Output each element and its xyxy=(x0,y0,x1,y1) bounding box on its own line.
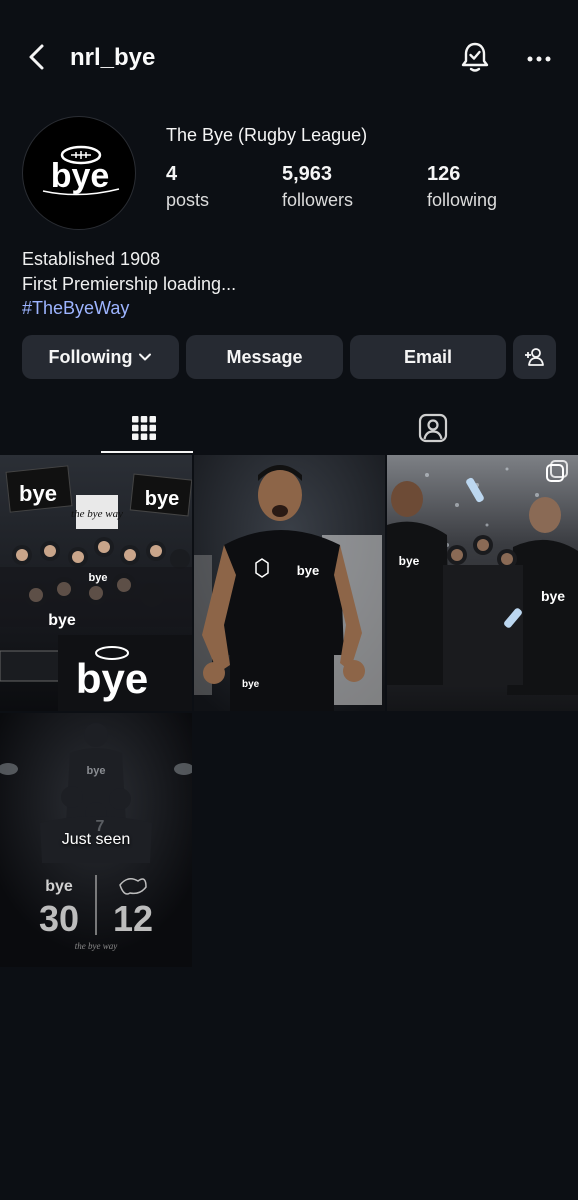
post-4-logo: bye xyxy=(45,878,73,895)
svg-text:bye: bye xyxy=(145,488,179,510)
followers-count: 5,963 xyxy=(282,163,333,185)
bio-line-1: Established 1908 xyxy=(22,249,161,269)
posts-label: posts xyxy=(166,190,210,210)
tab-tagged[interactable] xyxy=(337,400,529,456)
svg-text:bye: bye xyxy=(297,563,319,578)
tab-posts-grid[interactable] xyxy=(48,400,240,456)
post-thumbnail-4[interactable]: bye 7 bye 30 12 the bye way Just seen xyxy=(0,713,192,967)
post-2-image: bye bye xyxy=(194,455,385,711)
bell-check-icon[interactable] xyxy=(458,40,492,74)
svg-text:bye: bye xyxy=(48,612,76,629)
profile-username: nrl_bye xyxy=(70,44,156,71)
profile-avatar[interactable]: bye xyxy=(22,116,136,230)
more-horizontal-icon[interactable] xyxy=(524,44,554,74)
add-person-icon xyxy=(524,348,544,366)
email-button[interactable]: Email xyxy=(350,335,506,379)
svg-text:bye: bye xyxy=(399,554,420,568)
followers-stat[interactable]: 5,963 followers xyxy=(282,163,353,211)
message-button[interactable]: Message xyxy=(186,335,343,379)
profile-header: nrl_bye xyxy=(0,30,578,86)
followers-label: followers xyxy=(282,190,354,210)
just-seen-label: Just seen xyxy=(61,831,131,848)
following-stat[interactable]: 126 following xyxy=(427,163,497,211)
avatar-logo-text: bye xyxy=(51,157,110,195)
profile-bio: Established 1908 First Premiership loadi… xyxy=(22,247,236,321)
chevron-down-icon xyxy=(139,353,152,361)
svg-text:bye: bye xyxy=(242,679,260,690)
bio-hashtag-link[interactable]: #TheByeWay xyxy=(22,296,236,321)
following-count: 126 xyxy=(427,163,461,185)
active-tab-indicator xyxy=(101,451,193,453)
following-button[interactable]: Following xyxy=(22,335,179,379)
profile-tabs xyxy=(0,400,578,456)
post-thumbnail-1[interactable]: bye bye the bye way bye bye bye xyxy=(0,455,192,711)
post-thumbnail-2[interactable]: bye bye xyxy=(194,455,385,711)
svg-text:bye: bye xyxy=(87,765,106,777)
post-4-score-left: 30 xyxy=(39,898,79,939)
chevron-left-icon[interactable] xyxy=(24,42,52,72)
following-button-label: Following xyxy=(48,346,133,367)
bio-line-2: First Premiership loading... xyxy=(22,273,237,294)
grid-icon xyxy=(132,416,156,440)
post-thumbnail-3[interactable]: bye bye xyxy=(387,455,578,711)
add-person-button[interactable] xyxy=(513,335,556,379)
svg-text:bye: bye xyxy=(89,572,108,584)
post-4-score-right: 12 xyxy=(113,898,153,939)
tagged-icon xyxy=(418,413,448,443)
posts-count: 4 xyxy=(166,163,178,185)
profile-display-name: The Bye (Rugby League) xyxy=(166,125,368,145)
message-button-label: Message xyxy=(226,346,303,367)
post-3-image: bye bye xyxy=(387,455,578,711)
email-button-label: Email xyxy=(403,346,453,367)
following-label: following xyxy=(427,190,498,210)
post-1-image: bye bye the bye way bye bye bye xyxy=(0,455,192,711)
post-4-tagline: the bye way xyxy=(75,941,117,951)
svg-text:bye: bye xyxy=(19,481,57,506)
post-1-sign-text: the bye way xyxy=(71,508,123,520)
svg-text:bye: bye xyxy=(541,588,565,604)
bye-logo-icon: bye xyxy=(42,145,120,196)
post-1-banner-text: bye xyxy=(76,655,148,702)
posts-stat[interactable]: 4 posts xyxy=(166,163,209,211)
